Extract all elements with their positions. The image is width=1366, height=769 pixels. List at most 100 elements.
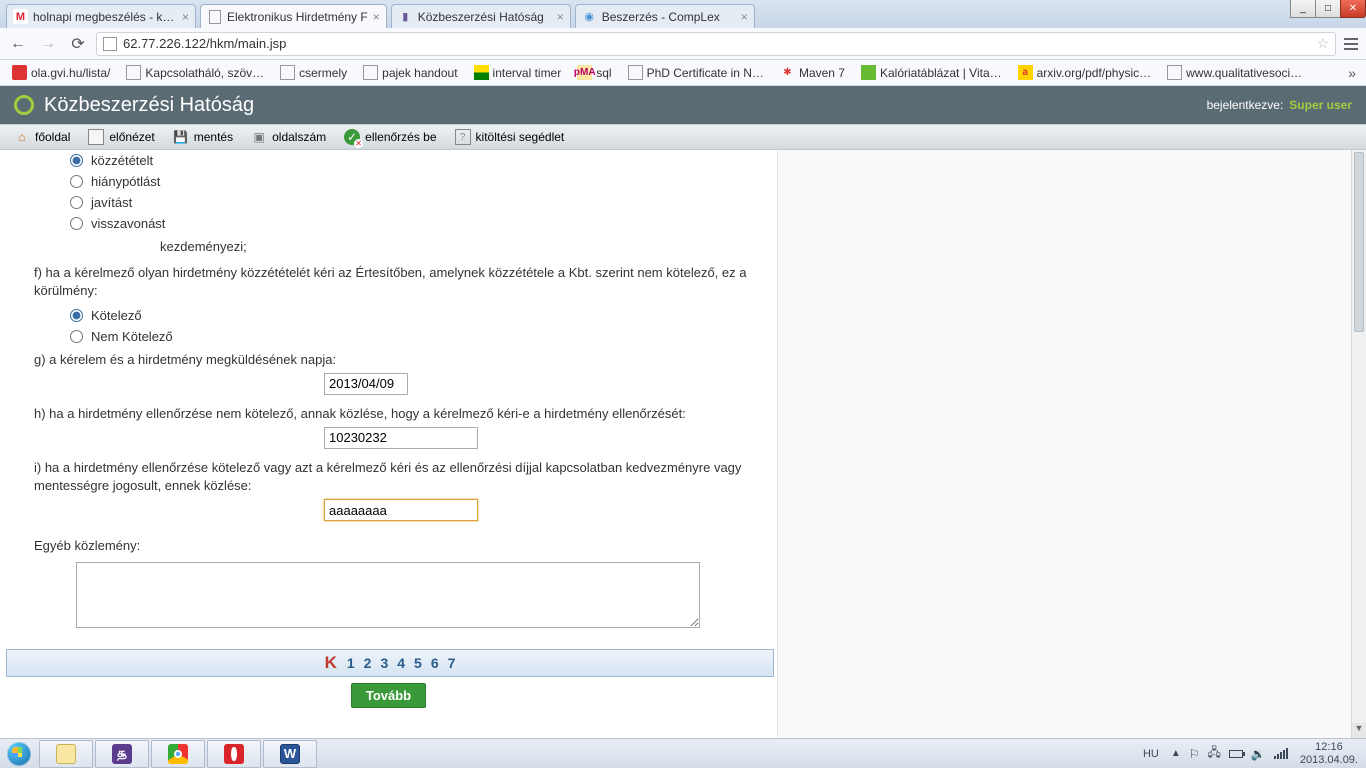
window-minimize[interactable]: _ [1290,0,1316,18]
toolbar-pagecount[interactable]: ▣oldalszám [245,128,332,146]
bookmark-item[interactable]: ✱Maven 7 [774,63,851,82]
folder-icon [56,744,76,764]
tab-title: holnapi megbeszélés - kin… [33,10,177,24]
input-h[interactable] [324,427,478,449]
next-button[interactable]: Tovább [351,683,426,708]
bookmark-item[interactable]: aarxiv.org/pdf/physic… [1012,63,1158,82]
app-logo-icon [14,95,34,115]
clock[interactable]: 12:16 2013.04.09. [1296,741,1362,765]
tray-overflow-icon[interactable]: ▲ [1171,748,1181,759]
bookmark-item[interactable]: pajek handout [357,63,463,82]
bookmark-item[interactable]: ola.gvi.hu/lista/ [6,63,116,82]
scrollbar-thumb[interactable] [1354,152,1364,332]
tab-hirdetmeny[interactable]: Elektronikus Hirdetmény F × [200,4,387,28]
bookmark-star-icon[interactable]: ☆ [1316,35,1329,52]
tab-title: Közbeszerzési Hatóság [418,10,552,24]
forward-button[interactable]: → [36,32,60,56]
label-other: Egyéb közlemény: [34,521,761,561]
bookmark-item[interactable]: Kalóriatáblázat | Vita… [855,63,1008,82]
radio-nem-kotelezo[interactable] [70,330,83,343]
flag-icon[interactable]: ⚐ [1189,747,1200,761]
textarea-other[interactable] [76,562,700,628]
pager-page[interactable]: 5 [414,655,422,671]
tab-gmail[interactable]: M holnapi megbeszélés - kin… × [6,4,196,28]
bookmark-item[interactable]: PhD Certificate in N… [622,63,770,82]
tab-close-icon[interactable]: × [557,10,564,24]
right-panel: ▼ [778,150,1366,738]
signal-icon[interactable] [1274,748,1288,759]
back-button[interactable]: ← [6,32,30,56]
pager-page[interactable]: 3 [380,655,388,671]
bookmark-item[interactable]: pMAsql [571,63,617,82]
scrollbar[interactable]: ▼ [1351,150,1366,738]
tab-close-icon[interactable]: × [182,10,189,24]
tab-close-icon[interactable]: × [373,10,380,24]
pager-page[interactable]: 7 [448,655,456,671]
arxiv-icon: a [1018,65,1033,80]
tab-close-icon[interactable]: × [741,10,748,24]
toolbar-preview[interactable]: előnézet [82,128,160,146]
network-icon[interactable]: 🖧 [1208,743,1221,764]
help-icon: ? [455,129,471,145]
label-f: f) ha a kérelmező olyan hirdetmény közzé… [34,260,761,304]
toolbar-help[interactable]: ?kitöltési segédlet [449,128,571,146]
radio-visszavonast[interactable] [70,217,83,230]
radio-kozzetetelt[interactable] [70,154,83,167]
input-date-g[interactable] [324,373,408,395]
tab-title: Elektronikus Hirdetmény F [227,10,368,24]
pager-page[interactable]: 2 [364,655,372,671]
toolbar-home[interactable]: ⌂főoldal [8,128,76,146]
maven-icon: ✱ [780,65,795,80]
address-bar[interactable]: 62.77.226.122/hkm/main.jsp ☆ [96,32,1336,56]
pager-page[interactable]: 6 [431,655,439,671]
current-user: Super user [1289,98,1352,112]
radio-javitast[interactable] [70,196,83,209]
window-controls: _ □ ✕ [1291,0,1366,20]
bookmark-item[interactable]: Kapcsolatháló, szöv… [120,63,270,82]
toolbar-save[interactable]: 💾mentés [167,128,239,146]
tab-kh[interactable]: ▮ Közbeszerzési Hatóság × [391,4,571,28]
radio-kotelezo[interactable] [70,309,83,322]
site-icon [12,65,27,80]
pager-page[interactable]: 1 [347,655,355,671]
taskbar-app[interactable]: ௲ [95,740,149,768]
start-button[interactable] [0,739,38,769]
window-maximize[interactable]: □ [1315,0,1341,18]
taskbar-explorer[interactable] [39,740,93,768]
pma-icon: pMA [577,65,592,80]
flag-icon [474,65,489,80]
system-tray: HU ▲ ⚐ 🖧 🔉 12:16 2013.04.09. [1139,739,1366,768]
taskbar-opera[interactable] [207,740,261,768]
tab-title: Beszerzés - CompLex [602,10,736,24]
app-header: Közbeszerzési Hatóság bejelentkezve: Sup… [0,86,1366,124]
window-close[interactable]: ✕ [1340,0,1366,18]
chrome-icon [168,744,188,764]
bookmark-item[interactable]: csermely [274,63,353,82]
opera-icon [224,744,244,764]
bookmarks-overflow-icon[interactable]: » [1348,65,1360,81]
radio-hianypotlast[interactable] [70,175,83,188]
page-icon [1167,65,1182,80]
save-icon: 💾 [173,129,189,145]
battery-icon[interactable] [1229,750,1243,758]
chrome-menu-icon[interactable] [1342,38,1360,50]
label-i: i) ha a hirdetmény ellenőrzése kötelező … [34,455,761,499]
windows-logo-icon [7,742,31,766]
bookmark-item[interactable]: www.qualitativesoci… [1161,63,1308,82]
reload-button[interactable]: ⟳ [66,32,90,56]
scroll-down-icon[interactable]: ▼ [1352,723,1366,738]
language-indicator[interactable]: HU [1139,746,1163,762]
page-icon [207,9,222,24]
bookmark-item[interactable]: interval timer [468,63,568,82]
input-i[interactable] [324,499,478,521]
toolbar-check[interactable]: ✓ellenőrzés be [338,128,442,146]
word-icon: W [280,744,300,764]
tab-complex[interactable]: ◉ Beszerzés - CompLex × [575,4,755,28]
taskbar-word[interactable]: W [263,740,317,768]
pager: K 1 2 3 4 5 6 7 [6,649,774,677]
volume-icon[interactable]: 🔉 [1251,747,1266,761]
taskbar-chrome[interactable] [151,740,205,768]
pager-page[interactable]: 4 [397,655,405,671]
pager-k[interactable]: K [325,653,338,673]
leaf-icon [861,65,876,80]
